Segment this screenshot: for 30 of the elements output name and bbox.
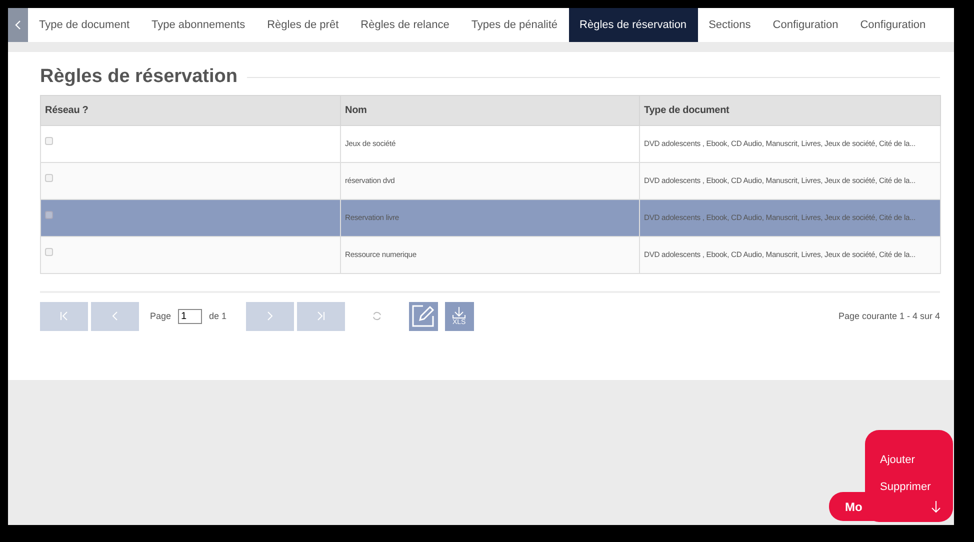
first-page-button[interactable] [40,302,88,331]
edit-icon [410,303,436,330]
menu-item[interactable]: Ajouter [880,452,953,468]
column-header: Type de document [640,95,940,126]
menu-item[interactable]: Supprimer [880,478,953,495]
tab[interactable]: Règles de réservation [568,8,698,42]
next-page-icon [264,311,275,322]
checkbox[interactable] [45,210,53,219]
checkbox[interactable] [45,174,53,182]
page-label: Page [150,310,172,323]
page-summary: Page courante 1 - 4 sur 4 [838,310,940,323]
first-page-icon [59,311,69,322]
edit-button[interactable] [408,302,438,331]
last-page-button[interactable] [296,302,345,331]
checkbox[interactable] [45,248,53,256]
next-page-button[interactable] [246,302,294,331]
panel-title: Règles de réservation [40,66,238,89]
page-count: de 1 [209,310,227,323]
back-button[interactable] [8,8,28,42]
chevron-left-icon [14,20,22,30]
checkbox[interactable] [45,136,53,145]
last-page-icon [316,311,326,322]
arrow-down-icon [931,500,941,514]
page-input[interactable]: 1 [178,308,202,324]
column-header: Nom [340,95,640,126]
download-icon [452,306,466,319]
refresh-icon[interactable] [372,311,382,322]
previous-page-button[interactable] [91,302,139,331]
previous-page-icon [110,311,120,322]
column-header: Réseau ? [40,95,340,126]
